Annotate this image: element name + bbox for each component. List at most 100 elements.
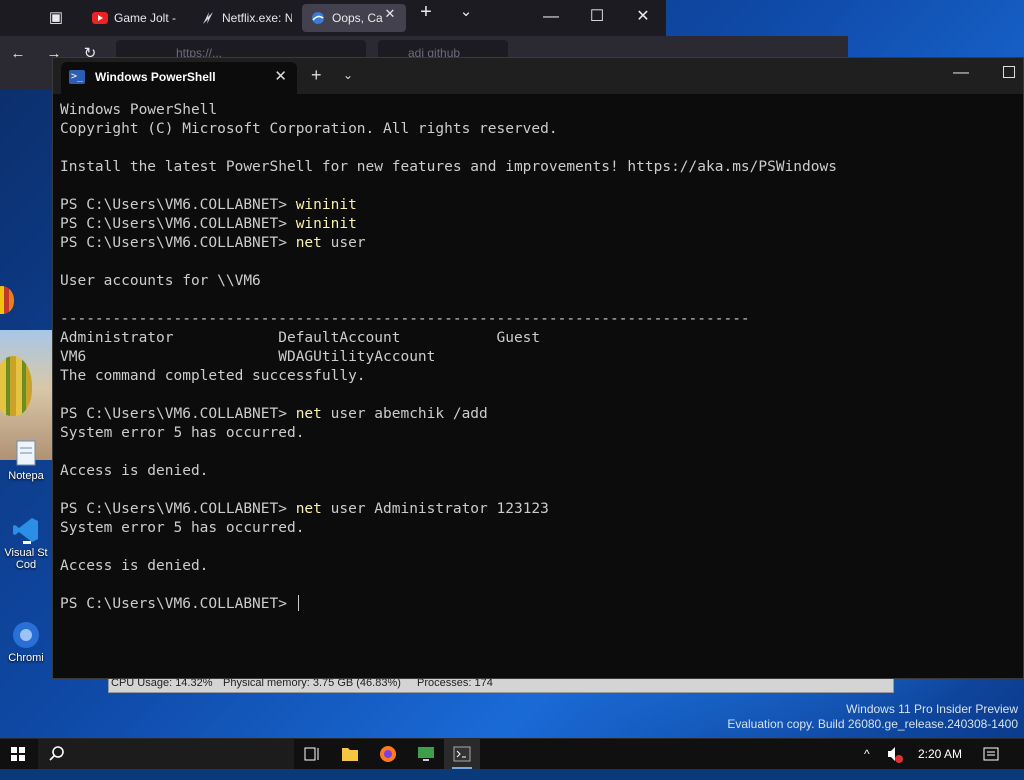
desktop-icon-chromium[interactable]: Chromi	[0, 620, 52, 664]
remote-desktop-button[interactable]	[408, 739, 444, 769]
console-line: User accounts for \\VM6	[60, 273, 261, 289]
console-prompt: PS C:\Users\VM6.COLLABNET>	[60, 235, 296, 251]
clock[interactable]: 2:20 AM	[918, 739, 962, 769]
windows-start-icon	[11, 747, 25, 761]
task-view-icon	[304, 747, 319, 761]
console-arguments: user Administrator 123123	[321, 501, 549, 517]
console-line: PS C:\Users\VM6.COLLABNET> net user	[60, 234, 1010, 253]
terminal-taskbar-button[interactable]	[444, 739, 480, 769]
console-command: net	[295, 235, 322, 251]
console-line: PS C:\Users\VM6.COLLABNET>	[60, 595, 1010, 614]
taskbar: ^ 2:20 AM	[0, 738, 1024, 769]
remote-desktop-icon	[418, 747, 434, 761]
tab-overview-icon[interactable]: ▣	[44, 6, 68, 30]
new-tab-button[interactable]: +	[414, 0, 438, 24]
desktop-icon-notepad[interactable]: Notepa	[0, 438, 52, 482]
chromium-icon	[13, 622, 39, 648]
windows-watermark: Windows 11 Pro Insider Preview Evaluatio…	[727, 702, 1018, 732]
desktop-icon-vscode[interactable]: Visual St Cod	[0, 515, 52, 571]
tab-dropdown-button[interactable]: ⌄	[343, 68, 353, 82]
close-window-button[interactable]: ✕	[620, 0, 666, 36]
volume-muted-icon[interactable]	[886, 739, 904, 769]
console-line: Access is denied.	[60, 463, 209, 479]
console-line: ----------------------------------------…	[60, 311, 750, 327]
desktop-icon-label: Visual St Cod	[4, 547, 48, 571]
console-line: System error 5 has occurred.	[60, 520, 305, 536]
console-line: Windows PowerShell	[60, 102, 218, 118]
console-output[interactable]: Windows PowerShell Copyright (C) Microsof…	[60, 101, 1010, 671]
notepad-icon	[16, 440, 36, 466]
console-line: PS C:\Users\VM6.COLLABNET> wininit	[60, 215, 1010, 234]
console-prompt: PS C:\Users\VM6.COLLABNET>	[60, 501, 296, 517]
browser-tab[interactable]: Netflix.exe: N	[192, 4, 292, 32]
console-command: net	[295, 501, 322, 517]
close-icon[interactable]: ✕	[378, 2, 402, 26]
console-prompt: PS C:\Users\VM6.COLLABNET>	[60, 406, 296, 422]
folder-icon	[342, 748, 358, 761]
vscode-icon	[13, 518, 38, 544]
powershell-window[interactable]: >_ Windows PowerShell ✕ + ⌄ — Windows Po…	[52, 57, 1024, 679]
maximize-button[interactable]	[1003, 66, 1015, 78]
terminal-tab[interactable]: >_ Windows PowerShell ✕	[61, 62, 297, 94]
console-prompt: PS C:\Users\VM6.COLLABNET>	[60, 197, 296, 213]
console-arguments: user	[321, 235, 366, 251]
browser-tab-icon	[312, 12, 324, 24]
console-line: PS C:\Users\VM6.COLLABNET> net user abem…	[60, 405, 1010, 424]
terminal-icon	[453, 746, 471, 762]
netflix-icon	[203, 12, 213, 24]
back-icon[interactable]: ←	[6, 42, 30, 66]
console-arguments: user abemchik /add	[321, 406, 488, 422]
watermark-line: Evaluation copy. Build 26080.ge_release.…	[727, 717, 1018, 731]
firefox-icon	[380, 746, 396, 762]
console-line: The command completed successfully.	[60, 368, 366, 384]
show-hidden-icons[interactable]: ^	[864, 739, 870, 769]
youtube-icon	[92, 12, 108, 24]
console-line: PS C:\Users\VM6.COLLABNET> net user Admi…	[60, 500, 1010, 519]
powershell-icon: >_	[69, 70, 85, 84]
start-button[interactable]	[0, 739, 36, 769]
console-line: PS C:\Users\VM6.COLLABNET> wininit	[60, 196, 1010, 215]
desktop-icon-label: Chromi	[8, 652, 44, 664]
maximize-button[interactable]: ☐	[574, 0, 620, 36]
browser-tab-strip: ▣ Game Jolt - Netflix.exe: N Oops, Ca ✕ …	[0, 0, 666, 36]
console-command: wininit	[295, 197, 357, 213]
tab-label: Oops, Ca	[332, 11, 383, 25]
browser-tab[interactable]: Game Jolt -	[84, 4, 182, 32]
task-view-button[interactable]	[294, 739, 330, 769]
minimize-button[interactable]: —	[953, 64, 969, 82]
list-tabs-button[interactable]: ⌄	[454, 0, 478, 24]
desktop-icon-label: Notepa	[8, 470, 44, 482]
notification-icon[interactable]	[982, 739, 1000, 769]
minimize-button[interactable]: —	[528, 0, 574, 36]
tab-label: Netflix.exe: N	[222, 11, 292, 25]
new-tab-button[interactable]: +	[311, 66, 322, 84]
file-explorer-button[interactable]	[332, 739, 368, 769]
console-command: wininit	[295, 216, 357, 232]
close-tab-icon[interactable]: ✕	[274, 67, 287, 85]
console-prompt: PS C:\Users\VM6.COLLABNET>	[60, 596, 296, 612]
watermark-line: Windows 11 Pro Insider Preview	[846, 702, 1018, 716]
search-icon	[49, 746, 64, 761]
console-command: net	[295, 406, 322, 422]
console-line: Install the latest PowerShell for new fe…	[60, 159, 837, 175]
text-cursor	[297, 595, 299, 611]
console-line: Administrator DefaultAccount Guest	[60, 330, 541, 346]
terminal-titlebar[interactable]: >_ Windows PowerShell ✕ + ⌄ —	[53, 58, 1023, 94]
console-line: VM6 WDAGUtilityAccount	[60, 349, 436, 365]
terminal-tab-title: Windows PowerShell	[95, 70, 216, 84]
console-line: System error 5 has occurred.	[60, 425, 305, 441]
taskbar-search-box[interactable]	[38, 739, 294, 769]
firefox-button[interactable]	[370, 739, 406, 769]
tab-label: Game Jolt -	[114, 11, 177, 25]
console-line: Copyright (C) Microsoft Corporation. All…	[60, 121, 558, 137]
console-line: Access is denied.	[60, 558, 209, 574]
